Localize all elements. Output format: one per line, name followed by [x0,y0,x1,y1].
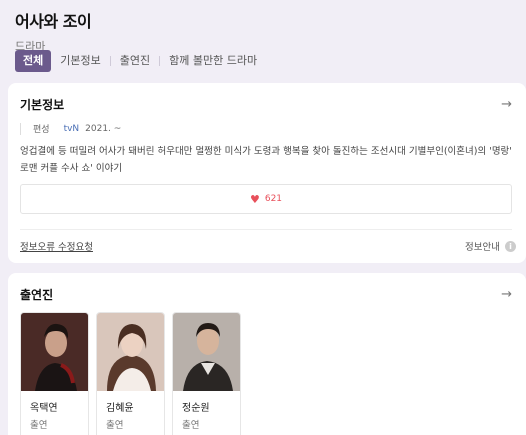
arrow-right-icon[interactable]: → [501,97,512,112]
basic-info-header: 기본정보 → [20,95,512,113]
tab-basic-info[interactable]: 기본정보 [51,50,109,72]
tab-recommendations[interactable]: 함께 볼만한 드라마 [160,50,266,72]
tab-cast[interactable]: 출연진 [111,50,159,72]
page-title: 어사와 조이 [15,12,92,31]
cast-photo [21,313,88,391]
cast-name: 옥택연 [30,403,58,414]
cast-name: 김혜윤 [106,403,134,414]
tab-all[interactable]: 전체 [15,50,52,72]
cast-photo [173,313,240,391]
synopsis: 엉겁결에 등 떠밀려 어사가 돼버린 허우대만 멀쩡한 미식가 도령과 행복을 … [20,146,512,174]
page-header: 어사와 조이 드라마 [15,8,92,54]
broadcast-meta: 편성 tvN 2021. ~ [20,122,121,135]
tab-bar: 전체 기본정보 출연진 함께 볼만한 드라마 [15,50,266,72]
cast-role: 출연 [30,420,48,431]
meta-divider [20,122,21,135]
arrow-right-icon[interactable]: → [501,287,512,302]
broadcast-date: 2021. ~ [85,123,122,134]
like-button[interactable]: ♥ 621 [20,184,512,214]
info-guide-link[interactable]: 정보안내 i [465,239,516,253]
cast-role: 출연 [182,420,200,431]
info-icon: i [505,240,516,252]
cast-photo [97,313,164,391]
cast-list: 옥택연 출연 김혜윤 출연 정순원 출연 [20,312,241,435]
cast-title: 출연진 [20,287,54,302]
basic-info-title: 기본정보 [20,97,65,112]
divider [20,229,512,230]
cast-role: 출연 [106,420,124,431]
cast-header: 출연진 → [20,285,512,303]
network-link[interactable]: tvN [64,124,80,134]
cast-name: 정순원 [182,403,210,414]
cast-item[interactable]: 옥택연 출연 [20,312,89,435]
heart-icon: ♥ [249,192,260,206]
basic-info-card: 기본정보 → 편성 tvN 2021. ~ 엉겁결에 등 떠밀려 어사가 돼버린… [8,83,526,263]
like-count: 621 [264,194,283,204]
report-error-link[interactable]: 정보오류 수정요청 [20,239,93,253]
cast-item[interactable]: 정순원 출연 [172,312,241,435]
meta-label: 편성 [33,125,50,135]
cast-item[interactable]: 김혜윤 출연 [96,312,165,435]
info-guide-label: 정보안내 [465,242,500,253]
cast-card: 출연진 → 옥택연 출연 김혜윤 출연 정순원 출연 [8,273,526,435]
